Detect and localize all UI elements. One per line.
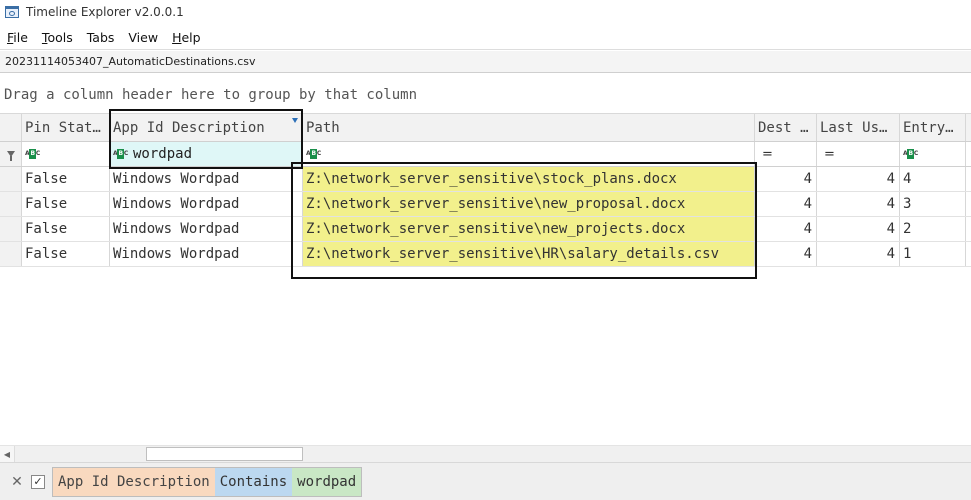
row-indicator[interactable] (0, 192, 22, 216)
text-filter-icon: ABC (306, 149, 322, 159)
filter-funnel-icon (7, 151, 15, 161)
row-indicator-header (0, 114, 22, 141)
cell-path: Z:\network_server_sensitive\new_projects… (303, 217, 755, 241)
menu-view[interactable]: View (121, 30, 165, 45)
horizontal-scrollbar[interactable]: ◀ (0, 445, 971, 462)
filter-cell-pin-status[interactable]: ABC (22, 142, 110, 166)
cell-dest: 4 (755, 242, 817, 266)
menu-bar: File Tools Tabs View Help (0, 26, 971, 50)
column-header-pin-status[interactable]: Pin Stat… (22, 114, 110, 141)
cell-pin-status: False (22, 192, 110, 216)
cell-dest: 4 (755, 217, 817, 241)
cell-app-id-description: Windows Wordpad (110, 167, 303, 191)
group-by-hint: Drag a column header here to group by th… (4, 87, 418, 103)
file-tab[interactable]: 20231114053407_AutomaticDestinations.csv (0, 51, 971, 73)
cell-last-used: 4 (817, 192, 900, 216)
scrollbar-thumb[interactable] (146, 447, 303, 461)
table-row[interactable]: False Windows Wordpad Z:\network_server_… (0, 192, 971, 217)
filter-cell-entry[interactable]: ABC (900, 142, 966, 166)
cell-entry: 1 (900, 242, 966, 266)
cell-pin-status: False (22, 217, 110, 241)
equals-filter-icon: = (762, 146, 773, 162)
column-header-last-used[interactable]: Last Us… (817, 114, 900, 141)
group-by-panel[interactable]: Drag a column header here to group by th… (0, 80, 971, 110)
filter-cell-app-id-description[interactable]: A B C wordpad (110, 142, 303, 166)
cell-last-used: 4 (817, 167, 900, 191)
cell-dest: 4 (755, 192, 817, 216)
cell-pin-status: False (22, 167, 110, 191)
filter-row-indicator (0, 142, 22, 166)
cell-pin-status: False (22, 242, 110, 266)
menu-tools[interactable]: Tools (35, 30, 80, 45)
column-header-path[interactable]: Path (303, 114, 755, 141)
text-filter-icon: ABC (903, 149, 919, 159)
filter-cell-last-used[interactable]: = (817, 142, 900, 166)
clear-filter-close-icon[interactable]: ✕ (7, 474, 27, 490)
window-title: Timeline Explorer v2.0.0.1 (26, 5, 184, 19)
filter-value-app-id: wordpad (133, 146, 193, 162)
cell-entry: 3 (900, 192, 966, 216)
table-row[interactable]: False Windows Wordpad Z:\network_server_… (0, 242, 971, 267)
text-filter-icon: ABC (25, 149, 41, 159)
cell-last-used: 4 (817, 242, 900, 266)
filter-cell-path[interactable]: ABC (303, 142, 755, 166)
cell-path: Z:\network_server_sensitive\stock_plans.… (303, 167, 755, 191)
cell-path: Z:\network_server_sensitive\new_proposal… (303, 192, 755, 216)
column-header-dest[interactable]: Dest … (755, 114, 817, 141)
cell-last-used: 4 (817, 217, 900, 241)
row-indicator[interactable] (0, 167, 22, 191)
filter-cell-dest[interactable]: = (755, 142, 817, 166)
cell-entry: 4 (900, 167, 966, 191)
cell-app-id-description: Windows Wordpad (110, 217, 303, 241)
cell-dest: 4 (755, 167, 817, 191)
cell-path: Z:\network_server_sensitive\HR\salary_de… (303, 242, 755, 266)
cell-app-id-description: Windows Wordpad (110, 192, 303, 216)
auto-filter-row: ABC A B C wordpad ABC = = ABC (0, 142, 971, 167)
column-header-app-id-description[interactable]: App Id Description (110, 114, 303, 141)
filter-field-token[interactable]: App Id Description (53, 467, 215, 496)
filter-panel: ✕ ✓ App Id Description Contains wordpad (0, 462, 971, 500)
file-tab-label: 20231114053407_AutomaticDestinations.csv (5, 55, 256, 68)
filter-value-token[interactable]: wordpad (292, 467, 362, 496)
menu-help[interactable]: Help (165, 30, 208, 45)
menu-file[interactable]: File (0, 30, 35, 45)
menu-tabs[interactable]: Tabs (80, 30, 122, 45)
cell-app-id-description: Windows Wordpad (110, 242, 303, 266)
row-indicator[interactable] (0, 217, 22, 241)
app-icon (4, 4, 20, 20)
title-bar: Timeline Explorer v2.0.0.1 (0, 0, 971, 24)
data-grid: Pin Stat… App Id Description Path Dest …… (0, 113, 971, 268)
column-header-overflow (966, 114, 971, 141)
scroll-left-icon[interactable]: ◀ (0, 446, 15, 462)
cell-entry: 2 (900, 217, 966, 241)
column-filter-icon[interactable] (292, 118, 298, 123)
filter-expression[interactable]: App Id Description Contains wordpad (52, 466, 363, 497)
text-filter-icon: ABC (113, 149, 129, 159)
column-header-entry[interactable]: Entry… (900, 114, 966, 141)
column-header-row: Pin Stat… App Id Description Path Dest …… (0, 113, 971, 142)
filter-enabled-checkbox[interactable]: ✓ (31, 474, 45, 489)
table-row[interactable]: False Windows Wordpad Z:\network_server_… (0, 167, 971, 192)
row-indicator[interactable] (0, 242, 22, 266)
equals-filter-icon: = (824, 146, 835, 162)
table-row[interactable]: False Windows Wordpad Z:\network_server_… (0, 217, 971, 242)
filter-operator-token[interactable]: Contains (214, 467, 293, 496)
